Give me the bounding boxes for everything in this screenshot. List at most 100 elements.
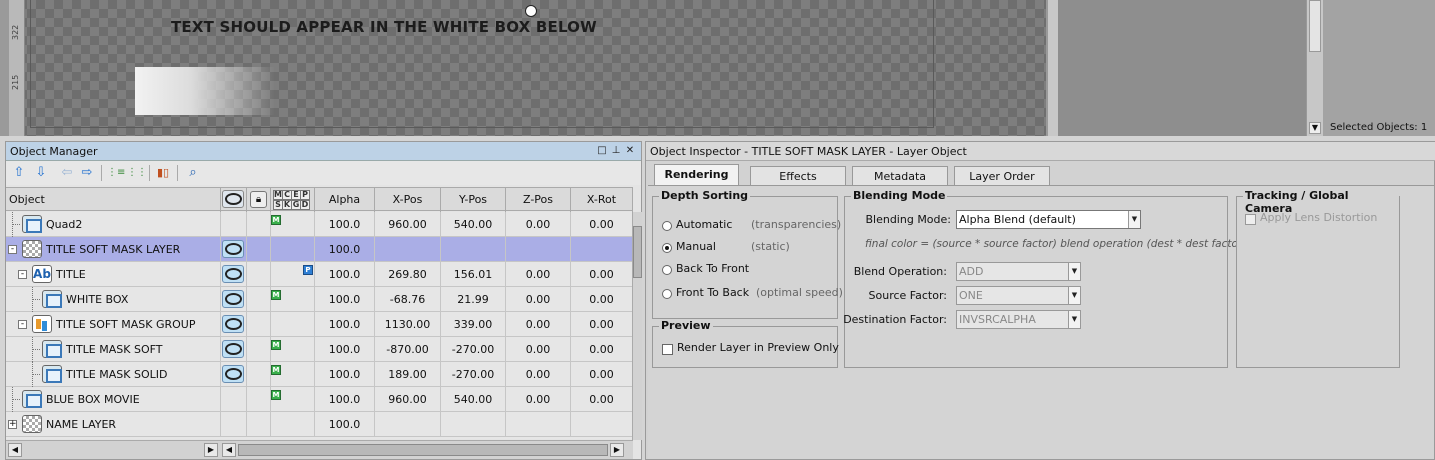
xrot-cell[interactable]: 0.00	[571, 387, 633, 412]
tab-rendering[interactable]: Rendering	[654, 164, 739, 186]
flags-cell[interactable]	[271, 237, 315, 262]
close-icon[interactable]: ✕	[624, 145, 636, 156]
z-cell[interactable]: 0.00	[506, 387, 571, 412]
scroll-left-icon[interactable]: ◀	[8, 443, 22, 457]
eye-icon[interactable]	[222, 340, 244, 358]
table-row[interactable]: + NAME LAYER 100.0	[6, 412, 633, 437]
right-panel-scrollbar[interactable]: ▼	[1306, 0, 1323, 136]
preview-white-box[interactable]	[135, 67, 275, 115]
alpha-cell[interactable]: 100.0	[315, 212, 375, 237]
scroll-thumb[interactable]	[633, 226, 642, 278]
canvas-scrollbar[interactable]	[1047, 0, 1058, 136]
object-cell[interactable]: + NAME LAYER	[6, 412, 221, 437]
column-header-flags[interactable]: MCEP SKGD	[271, 188, 315, 212]
y-cell[interactable]: 156.01	[441, 262, 506, 287]
scroll-thumb[interactable]	[1309, 0, 1321, 52]
z-cell[interactable]: 0.00	[506, 287, 571, 312]
x-cell[interactable]: 960.00	[375, 212, 441, 237]
table-row[interactable]: - Ab TITLE P 100.0 269.80 156.01 0.00 0.00	[6, 262, 633, 287]
object-cell[interactable]: - TITLE SOFT MASK LAYER	[6, 237, 221, 262]
column-header-alpha[interactable]: Alpha	[315, 188, 375, 212]
y-cell[interactable]	[441, 237, 506, 262]
scroll-down-icon[interactable]: ▼	[1309, 122, 1321, 134]
flags-cell[interactable]: M	[271, 287, 315, 312]
lock-cell[interactable]	[247, 237, 271, 262]
alpha-cell[interactable]: 100.0	[315, 262, 375, 287]
y-cell[interactable]: -270.00	[441, 337, 506, 362]
visibility-cell[interactable]	[221, 312, 247, 337]
tab-effects[interactable]: Effects	[750, 166, 846, 186]
y-cell[interactable]	[441, 412, 506, 437]
column-header-y-pos[interactable]: Y-Pos	[441, 188, 506, 212]
lock-cell[interactable]	[247, 362, 271, 387]
collapse-icon[interactable]: -	[8, 245, 17, 254]
m-flag-badge[interactable]: M	[271, 215, 281, 225]
z-cell[interactable]: 0.00	[506, 262, 571, 287]
object-cell[interactable]: TITLE MASK SOFT	[6, 337, 221, 362]
table-row[interactable]: TITLE MASK SOFT M 100.0 -870.00 -270.00 0.00 0…	[6, 337, 633, 362]
table-row[interactable]: - TITLE SOFT MASK LAYER 100.0	[6, 237, 633, 262]
x-cell[interactable]	[375, 237, 441, 262]
expand-tree-icon[interactable]: ⋮≡	[107, 165, 125, 181]
apply-lens-distortion-checkbox[interactable]	[1245, 214, 1256, 225]
scroll-thumb[interactable]	[238, 444, 608, 456]
y-cell[interactable]: -270.00	[441, 362, 506, 387]
blend-operation-select[interactable]: ADD ▼	[956, 262, 1081, 281]
alpha-cell[interactable]: 100.0	[315, 362, 375, 387]
xrot-cell[interactable]	[571, 237, 633, 262]
lock-cell[interactable]	[247, 412, 271, 437]
move-up-icon[interactable]: ⇧	[11, 165, 27, 181]
flags-cell[interactable]: M	[271, 362, 315, 387]
chart-icon[interactable]: ▮▯	[155, 165, 171, 181]
xrot-cell[interactable]: 0.00	[571, 262, 633, 287]
y-cell[interactable]: 540.00	[441, 387, 506, 412]
alpha-cell[interactable]: 100.0	[315, 312, 375, 337]
x-cell[interactable]: 960.00	[375, 387, 441, 412]
x-cell[interactable]: -68.76	[375, 287, 441, 312]
z-cell[interactable]	[506, 237, 571, 262]
pin-icon[interactable]: ⊥	[610, 145, 622, 156]
eye-icon[interactable]	[222, 315, 244, 333]
table-row[interactable]: - TITLE SOFT MASK GROUP 100.0 1130.00 339.00…	[6, 312, 633, 337]
m-flag-badge[interactable]: M	[271, 390, 281, 400]
column-header-visibility[interactable]	[221, 188, 247, 212]
radio-automatic[interactable]	[662, 221, 672, 231]
visibility-cell[interactable]	[221, 337, 247, 362]
visibility-cell[interactable]	[221, 412, 247, 437]
y-cell[interactable]: 21.99	[441, 287, 506, 312]
object-cell[interactable]: - Ab TITLE	[6, 262, 221, 287]
flags-cell[interactable]: M	[271, 387, 315, 412]
collapse-tree-icon[interactable]: ⋮⋮	[127, 165, 147, 181]
visibility-cell[interactable]	[221, 237, 247, 262]
collapse-icon[interactable]: -	[18, 320, 27, 329]
move-down-icon[interactable]: ⇩	[33, 165, 49, 181]
radio-front-to-back[interactable]	[662, 289, 672, 299]
column-header-lock[interactable]: 🔒︎	[247, 188, 271, 212]
radio-manual[interactable]	[662, 243, 672, 253]
blending-mode-select[interactable]: Alpha Blend (default) ▼	[956, 210, 1141, 229]
radio-back-to-front[interactable]	[662, 265, 672, 275]
flags-cell[interactable]: M	[271, 212, 315, 237]
eye-icon[interactable]	[222, 240, 244, 258]
scroll-left-icon[interactable]: ◀	[222, 443, 236, 457]
float-icon[interactable]: □	[596, 145, 608, 156]
m-flag-badge[interactable]: M	[271, 365, 281, 375]
alpha-cell[interactable]: 100.0	[315, 287, 375, 312]
move-left-icon[interactable]: ⇦	[59, 165, 75, 181]
move-right-icon[interactable]: ⇨	[79, 165, 95, 181]
visibility-cell[interactable]	[221, 212, 247, 237]
tab-metadata[interactable]: Metadata	[852, 166, 948, 186]
visibility-cell[interactable]	[221, 362, 247, 387]
flags-cell[interactable]: P	[271, 262, 315, 287]
z-cell[interactable]	[506, 412, 571, 437]
xrot-cell[interactable]: 0.00	[571, 212, 633, 237]
object-cell[interactable]: WHITE BOX	[6, 287, 221, 312]
eye-icon[interactable]	[222, 265, 244, 283]
alpha-cell[interactable]: 100.0	[315, 237, 375, 262]
p-flag-badge[interactable]: P	[303, 265, 313, 275]
x-cell[interactable]	[375, 412, 441, 437]
flags-cell[interactable]: M	[271, 337, 315, 362]
xrot-cell[interactable]: 0.00	[571, 337, 633, 362]
lock-cell[interactable]	[247, 287, 271, 312]
scroll-right-icon[interactable]: ▶	[610, 443, 624, 457]
